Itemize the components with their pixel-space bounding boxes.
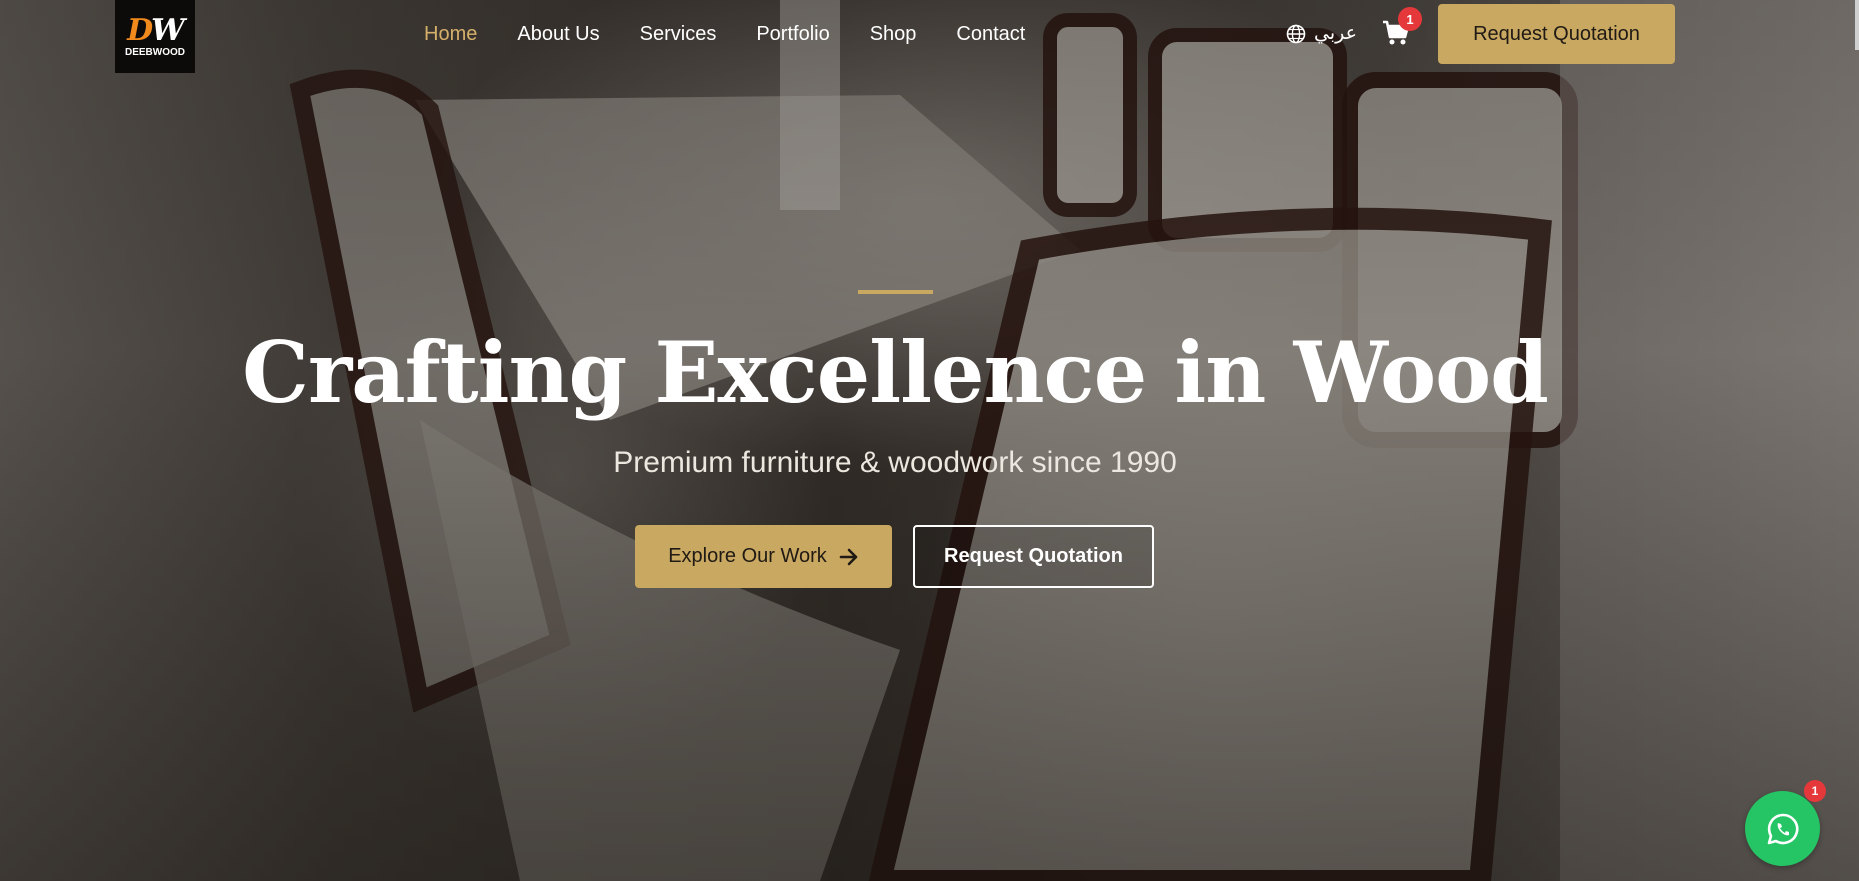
- language-switcher[interactable]: عربي: [1286, 22, 1357, 45]
- logo-mark: DW: [127, 12, 185, 48]
- logo-wordmark: DEEBWOOD: [125, 46, 185, 58]
- site-logo[interactable]: DW DEEBWOOD: [115, 0, 195, 73]
- site-header: DW DEEBWOOD Home About Us Services Portf…: [0, 0, 1859, 73]
- whatsapp-icon: [1767, 813, 1798, 844]
- arrow-right-icon: [839, 548, 858, 565]
- hero-dark-overlay: [0, 0, 1859, 881]
- nav-item-about-us[interactable]: About Us: [517, 21, 599, 47]
- explore-our-work-label: Explore Our Work: [668, 545, 827, 567]
- header-request-quotation-button[interactable]: Request Quotation: [1438, 4, 1675, 64]
- globe-icon: [1286, 24, 1306, 43]
- whatsapp-notification-badge: 1: [1804, 780, 1826, 802]
- hero-title: Crafting Excellence in Wood: [242, 323, 1549, 422]
- nav-item-shop[interactable]: Shop: [870, 21, 917, 47]
- hero-subtitle: Premium furniture & woodwork since 1990: [613, 446, 1177, 479]
- page-scrollbar[interactable]: [1855, 0, 1859, 50]
- nav-item-home[interactable]: Home: [424, 21, 477, 47]
- nav-item-portfolio[interactable]: Portfolio: [756, 21, 829, 47]
- language-label: عربي: [1314, 23, 1357, 44]
- nav-item-services[interactable]: Services: [640, 21, 717, 47]
- whatsapp-chat-button[interactable]: [1745, 791, 1820, 866]
- nav-item-contact[interactable]: Contact: [956, 21, 1025, 47]
- explore-our-work-button[interactable]: Explore Our Work: [635, 525, 892, 588]
- main-navigation: Home About Us Services Portfolio Shop Co…: [424, 21, 1065, 47]
- cart-count-badge: 1: [1398, 7, 1422, 31]
- hero-request-quotation-button[interactable]: Request Quotation: [913, 525, 1154, 588]
- hero-accent-line: [858, 290, 933, 294]
